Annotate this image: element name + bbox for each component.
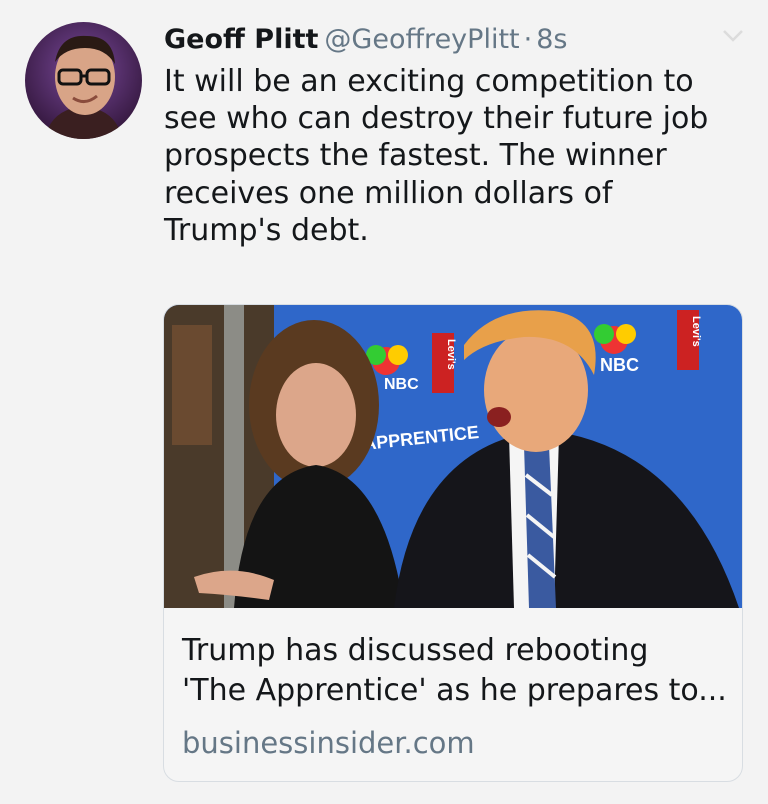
nbc-text-2: NBC [600,355,639,375]
card-image[interactable]: NBC NBC Levi's Levi's APPRENTICE [164,305,742,608]
tweet-header: Geoff Plitt @GeoffreyPlitt · 8s [164,20,728,60]
tweet-text: It will be an exciting competition to se… [164,64,709,248]
tweet: Geoff Plitt @GeoffreyPlitt · 8s It will be … [0,0,768,804]
tweet-timestamp[interactable]: 8s [536,24,567,55]
author-avatar[interactable] [25,22,142,139]
levis-text-2: Levi's [690,316,702,347]
card-domain: businessinsider.com [182,726,475,760]
author-handle[interactable]: @GeoffreyPlitt [324,24,519,55]
nbc-text: NBC [384,376,419,393]
author-name[interactable]: Geoff Plitt [164,24,318,55]
separator-dot: · [523,24,533,55]
card-title[interactable]: Trump has discussed rebooting 'The Appre… [182,631,732,711]
chevron-down-icon[interactable] [722,28,744,42]
link-card[interactable]: NBC NBC Levi's Levi's APPRENTICE Trump h… [163,304,743,782]
levis-text: Levi's [445,339,457,370]
